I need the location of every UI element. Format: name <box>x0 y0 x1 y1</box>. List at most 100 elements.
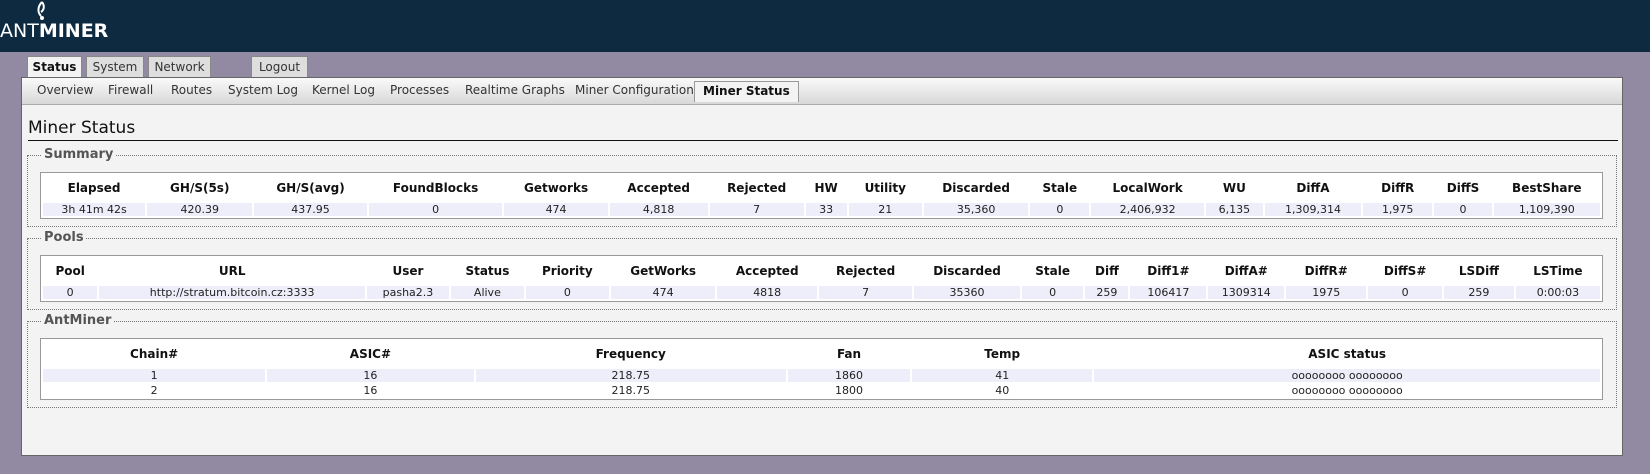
col-temp: Temp <box>984 347 1021 361</box>
antminer-logo: ANTMINER <box>0 20 109 42</box>
col-priority: Priority <box>541 264 593 278</box>
cell-diffs: 0 <box>1368 286 1443 299</box>
subtab-processes[interactable]: Processes <box>390 83 449 97</box>
cell-discarded: 35,360 <box>924 203 1029 216</box>
col-diffa: DiffA# <box>1224 264 1268 278</box>
col-localwork: LocalWork <box>1112 181 1183 195</box>
cell-lstime: 0:00:03 <box>1515 286 1600 299</box>
col-status: Status <box>465 264 510 278</box>
cell-accepted: 4,818 <box>609 203 708 216</box>
sub-tabs: Overview Firewall Routes System Log Kern… <box>22 78 1622 105</box>
col-rejected: Rejected <box>835 264 896 278</box>
pools-section: Pools Pool URL User Status Priority GetW… <box>27 230 1617 310</box>
cell-priority: 0 <box>525 286 609 299</box>
cell-chain: 2 <box>43 384 266 397</box>
col-diffs: DiffS <box>1446 181 1480 195</box>
cell-wu: 6,135 <box>1205 203 1263 216</box>
subtab-firewall[interactable]: Firewall <box>108 83 153 97</box>
cell-asic-status: oooooooo oooooooo <box>1094 384 1600 397</box>
cell-fan: 1800 <box>787 384 911 397</box>
cell-elapsed: 3h 41m 42s <box>43 203 146 216</box>
col-fan: Fan <box>836 347 862 361</box>
col-pool: Pool <box>55 264 85 278</box>
col-diffs: DiffS# <box>1383 264 1427 278</box>
cell-asic-status: oooooooo oooooooo <box>1094 369 1600 382</box>
subtab-system-log[interactable]: System Log <box>228 83 298 97</box>
col-diff: Diff <box>1095 264 1119 278</box>
pools-table: Pool URL User Status Priority GetWorks A… <box>40 255 1603 302</box>
content-panel: Overview Firewall Routes System Log Kern… <box>21 77 1623 456</box>
col-diffr: DiffR# <box>1304 264 1348 278</box>
col-stale: Stale <box>1035 264 1070 278</box>
cell-stale: 0 <box>1030 203 1090 216</box>
cell-frequency: 218.75 <box>475 384 786 397</box>
col-wu: WU <box>1222 181 1246 195</box>
tab-logout[interactable]: Logout <box>251 56 308 77</box>
col-discarded: Discarded <box>933 264 1001 278</box>
cell-temp: 40 <box>912 384 1093 397</box>
cell-chain: 1 <box>43 369 266 382</box>
page-title: Miner Status <box>28 118 1618 141</box>
cell-temp: 41 <box>912 369 1093 382</box>
col-bestshare: BestShare <box>1512 181 1582 195</box>
summary-section: Summary Elapsed GH/S(5s) GH/S(avg) Found… <box>27 147 1617 227</box>
tab-system[interactable]: System <box>86 56 144 77</box>
subtab-overview[interactable]: Overview <box>37 83 94 97</box>
cell-asic: 16 <box>267 369 474 382</box>
antminer-legend: AntMiner <box>42 313 114 328</box>
col-rejected: Rejected <box>727 181 787 195</box>
subtab-routes[interactable]: Routes <box>171 83 212 97</box>
col-chain: Chain# <box>130 347 179 361</box>
col-diff1: Diff1# <box>1147 264 1190 278</box>
cell-ghs-5s: 420.39 <box>147 203 253 216</box>
col-getworks: GetWorks <box>630 264 697 278</box>
subtab-miner-status[interactable]: Miner Status <box>694 81 799 102</box>
cell-rejected: 7 <box>709 203 804 216</box>
cell-url: http://stratum.bitcoin.cz:3333 <box>99 286 365 299</box>
cell-bestshare: 1,109,390 <box>1493 203 1600 216</box>
col-frequency: Frequency <box>595 347 666 361</box>
cell-diff1: 106417 <box>1130 286 1207 299</box>
cell-diffa: 1,309,314 <box>1264 203 1361 216</box>
cell-status: Alive <box>450 286 524 299</box>
antminer-logo-icon <box>37 1 45 20</box>
col-ghs-avg: GH/S(avg) <box>276 181 345 195</box>
cell-user: pasha2.3 <box>366 286 449 299</box>
summary-header-row: Elapsed GH/S(5s) GH/S(avg) FoundBlocks G… <box>43 175 1600 201</box>
cell-getworks: 474 <box>504 203 608 216</box>
cell-stale: 0 <box>1021 286 1084 299</box>
col-lstime: LSTime <box>1533 264 1583 278</box>
antminer-table: Chain# ASIC# Frequency Fan Temp ASIC sta… <box>40 338 1603 400</box>
summary-legend: Summary <box>42 147 116 162</box>
cell-ghs-avg: 437.95 <box>254 203 367 216</box>
tab-network[interactable]: Network <box>148 56 211 77</box>
cell-foundblocks: 0 <box>368 203 503 216</box>
cell-diff: 259 <box>1085 286 1129 299</box>
subtab-kernel-log[interactable]: Kernel Log <box>312 83 375 97</box>
subtab-realtime-graphs[interactable]: Realtime Graphs <box>465 83 565 97</box>
col-getworks: Getworks <box>524 181 589 195</box>
subtab-miner-configuration[interactable]: Miner Configuration <box>575 83 694 97</box>
col-foundblocks: FoundBlocks <box>392 181 479 195</box>
col-elapsed: Elapsed <box>67 181 121 195</box>
cell-diffr: 1,975 <box>1362 203 1433 216</box>
summary-table: Elapsed GH/S(5s) GH/S(avg) FoundBlocks G… <box>40 172 1603 219</box>
table-row: 2 16 218.75 1800 40 oooooooo oooooooo <box>43 384 1600 397</box>
cell-asic: 16 <box>267 384 474 397</box>
pools-header-row: Pool URL User Status Priority GetWorks A… <box>43 258 1600 284</box>
cell-localwork: 2,406,932 <box>1091 203 1204 216</box>
col-asic: ASIC# <box>349 347 392 361</box>
antminer-section: AntMiner Chain# ASIC# Frequency Fan Temp… <box>27 313 1617 408</box>
tab-status[interactable]: Status <box>27 56 82 79</box>
col-ghs-5s: GH/S(5s) <box>170 181 230 195</box>
cell-utility: 21 <box>848 203 923 216</box>
pools-legend: Pools <box>42 230 86 245</box>
col-stale: Stale <box>1042 181 1078 195</box>
table-row: 1 16 218.75 1860 41 oooooooo oooooooo <box>43 369 1600 382</box>
cell-pool: 0 <box>43 286 98 299</box>
col-user: User <box>392 264 424 278</box>
cell-lsdiff: 259 <box>1444 286 1514 299</box>
antminer-header-row: Chain# ASIC# Frequency Fan Temp ASIC sta… <box>43 341 1600 367</box>
top-header: ANTMINER <box>0 0 1650 52</box>
col-accepted: Accepted <box>627 181 691 195</box>
